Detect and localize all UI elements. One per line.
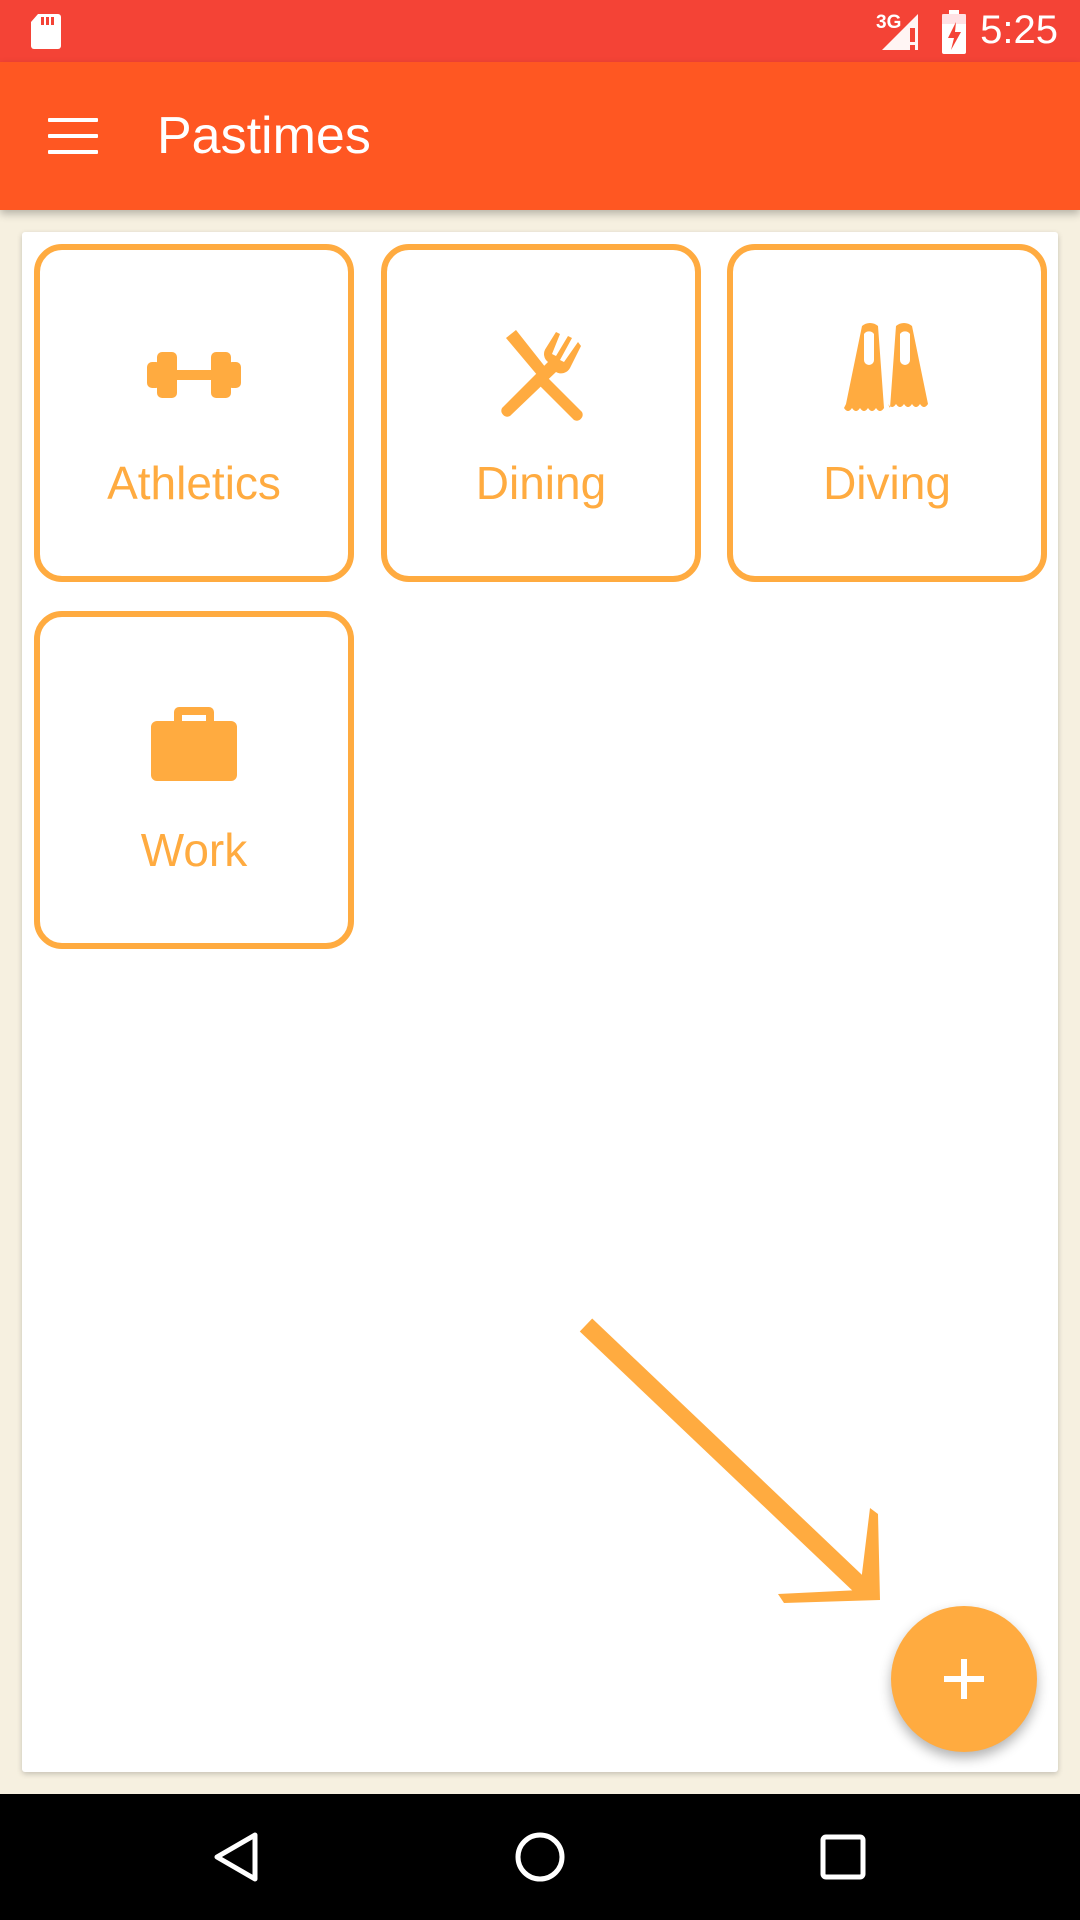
system-nav-bar [0, 1794, 1080, 1920]
fork-knife-icon [501, 330, 583, 421]
plus-icon [944, 1659, 984, 1699]
flippers-icon [844, 322, 928, 411]
pastime-tile-diving[interactable]: Diving [727, 244, 1047, 582]
pastimes-grid: Athletics Dining Diving Work [22, 232, 1058, 1772]
sd-card-icon [31, 14, 61, 49]
briefcase-icon [151, 707, 237, 781]
pastime-tile-athletics[interactable]: Athletics [34, 244, 354, 582]
signal-icon [882, 14, 918, 50]
home-icon[interactable] [510, 1827, 570, 1887]
app-bar: Pastimes [0, 62, 1080, 210]
add-pastime-button[interactable] [891, 1606, 1037, 1752]
status-bar: 3G 5:25 [0, 0, 1080, 62]
page-title: Pastimes [157, 107, 371, 165]
recents-icon[interactable] [813, 1827, 873, 1887]
pastime-label: Work [140, 824, 248, 876]
pastime-label: Diving [823, 457, 951, 509]
pastime-label: Dining [475, 457, 607, 509]
battery-charging-icon [942, 10, 966, 54]
pastime-tile-work[interactable]: Work [34, 611, 354, 949]
dumbbell-icon [147, 352, 241, 398]
pastime-tile-dining[interactable]: Dining [381, 244, 701, 582]
pastime-label: Athletics [107, 457, 281, 509]
status-clock: 5:25 [980, 8, 1058, 52]
hamburger-menu-icon[interactable] [48, 118, 98, 154]
back-icon[interactable] [207, 1827, 267, 1887]
